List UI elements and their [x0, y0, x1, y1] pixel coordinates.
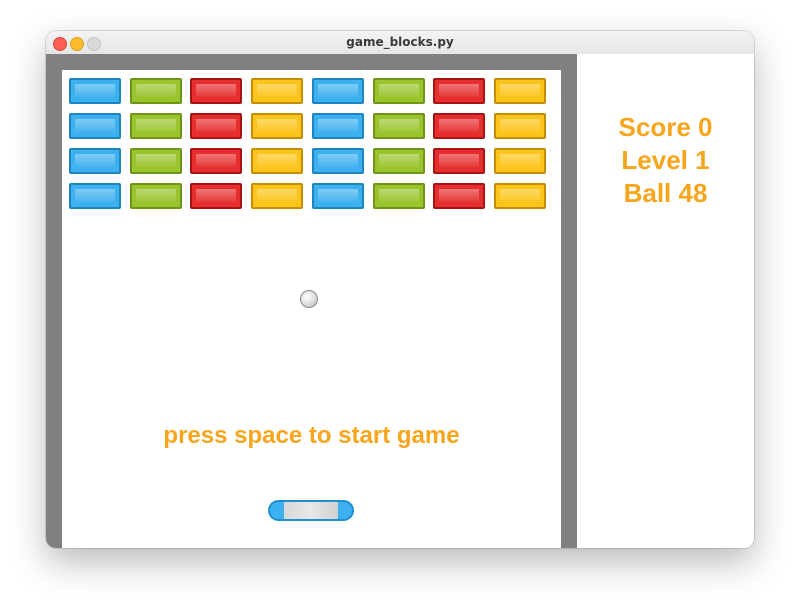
playfield-frame: press space to start game	[46, 54, 577, 548]
brick-green	[129, 183, 182, 209]
brick-yellow	[493, 183, 546, 209]
playfield[interactable]: press space to start game	[62, 70, 561, 548]
window-title: game_blocks.py	[346, 35, 454, 49]
brick-red	[190, 78, 243, 104]
ball-count-label: Ball 48	[623, 178, 708, 208]
brick-blue	[311, 183, 364, 209]
brick-yellow	[251, 183, 304, 209]
game-window: game_blocks.py press space to start game…	[46, 31, 754, 548]
brick-red	[433, 78, 486, 104]
brick-yellow	[493, 148, 546, 174]
brick-blue	[311, 148, 364, 174]
brick-red	[190, 113, 243, 139]
brick-red	[433, 183, 486, 209]
brick-green	[372, 183, 425, 209]
brick-yellow	[251, 148, 304, 174]
start-prompt: press space to start game	[163, 422, 460, 449]
brick-green	[129, 148, 182, 174]
brick-blue	[311, 78, 364, 104]
brick-blue	[69, 113, 121, 139]
score-label: Score 0	[618, 112, 713, 142]
brick-red	[190, 148, 243, 174]
brick-blue	[311, 113, 364, 139]
brick-red	[190, 183, 243, 209]
brick-green	[129, 78, 182, 104]
brick-red	[433, 148, 486, 174]
brick-blue	[69, 148, 121, 174]
brick-yellow	[251, 113, 304, 139]
brick-blue	[69, 78, 121, 104]
brick-green	[372, 148, 425, 174]
score-panel: Score 0 Level 1 Ball 48	[577, 54, 754, 548]
brick-yellow	[493, 78, 546, 104]
brick-yellow	[251, 78, 304, 104]
paddle-icon	[268, 500, 354, 521]
brick-blue	[69, 183, 121, 209]
brick-green	[372, 78, 425, 104]
title-bar[interactable]: game_blocks.py	[46, 31, 754, 55]
ball-icon	[300, 290, 318, 308]
brick-yellow	[493, 113, 546, 139]
brick-green	[129, 113, 182, 139]
brick-green	[372, 113, 425, 139]
brick-red	[433, 113, 486, 139]
level-label: Level 1	[621, 145, 710, 175]
